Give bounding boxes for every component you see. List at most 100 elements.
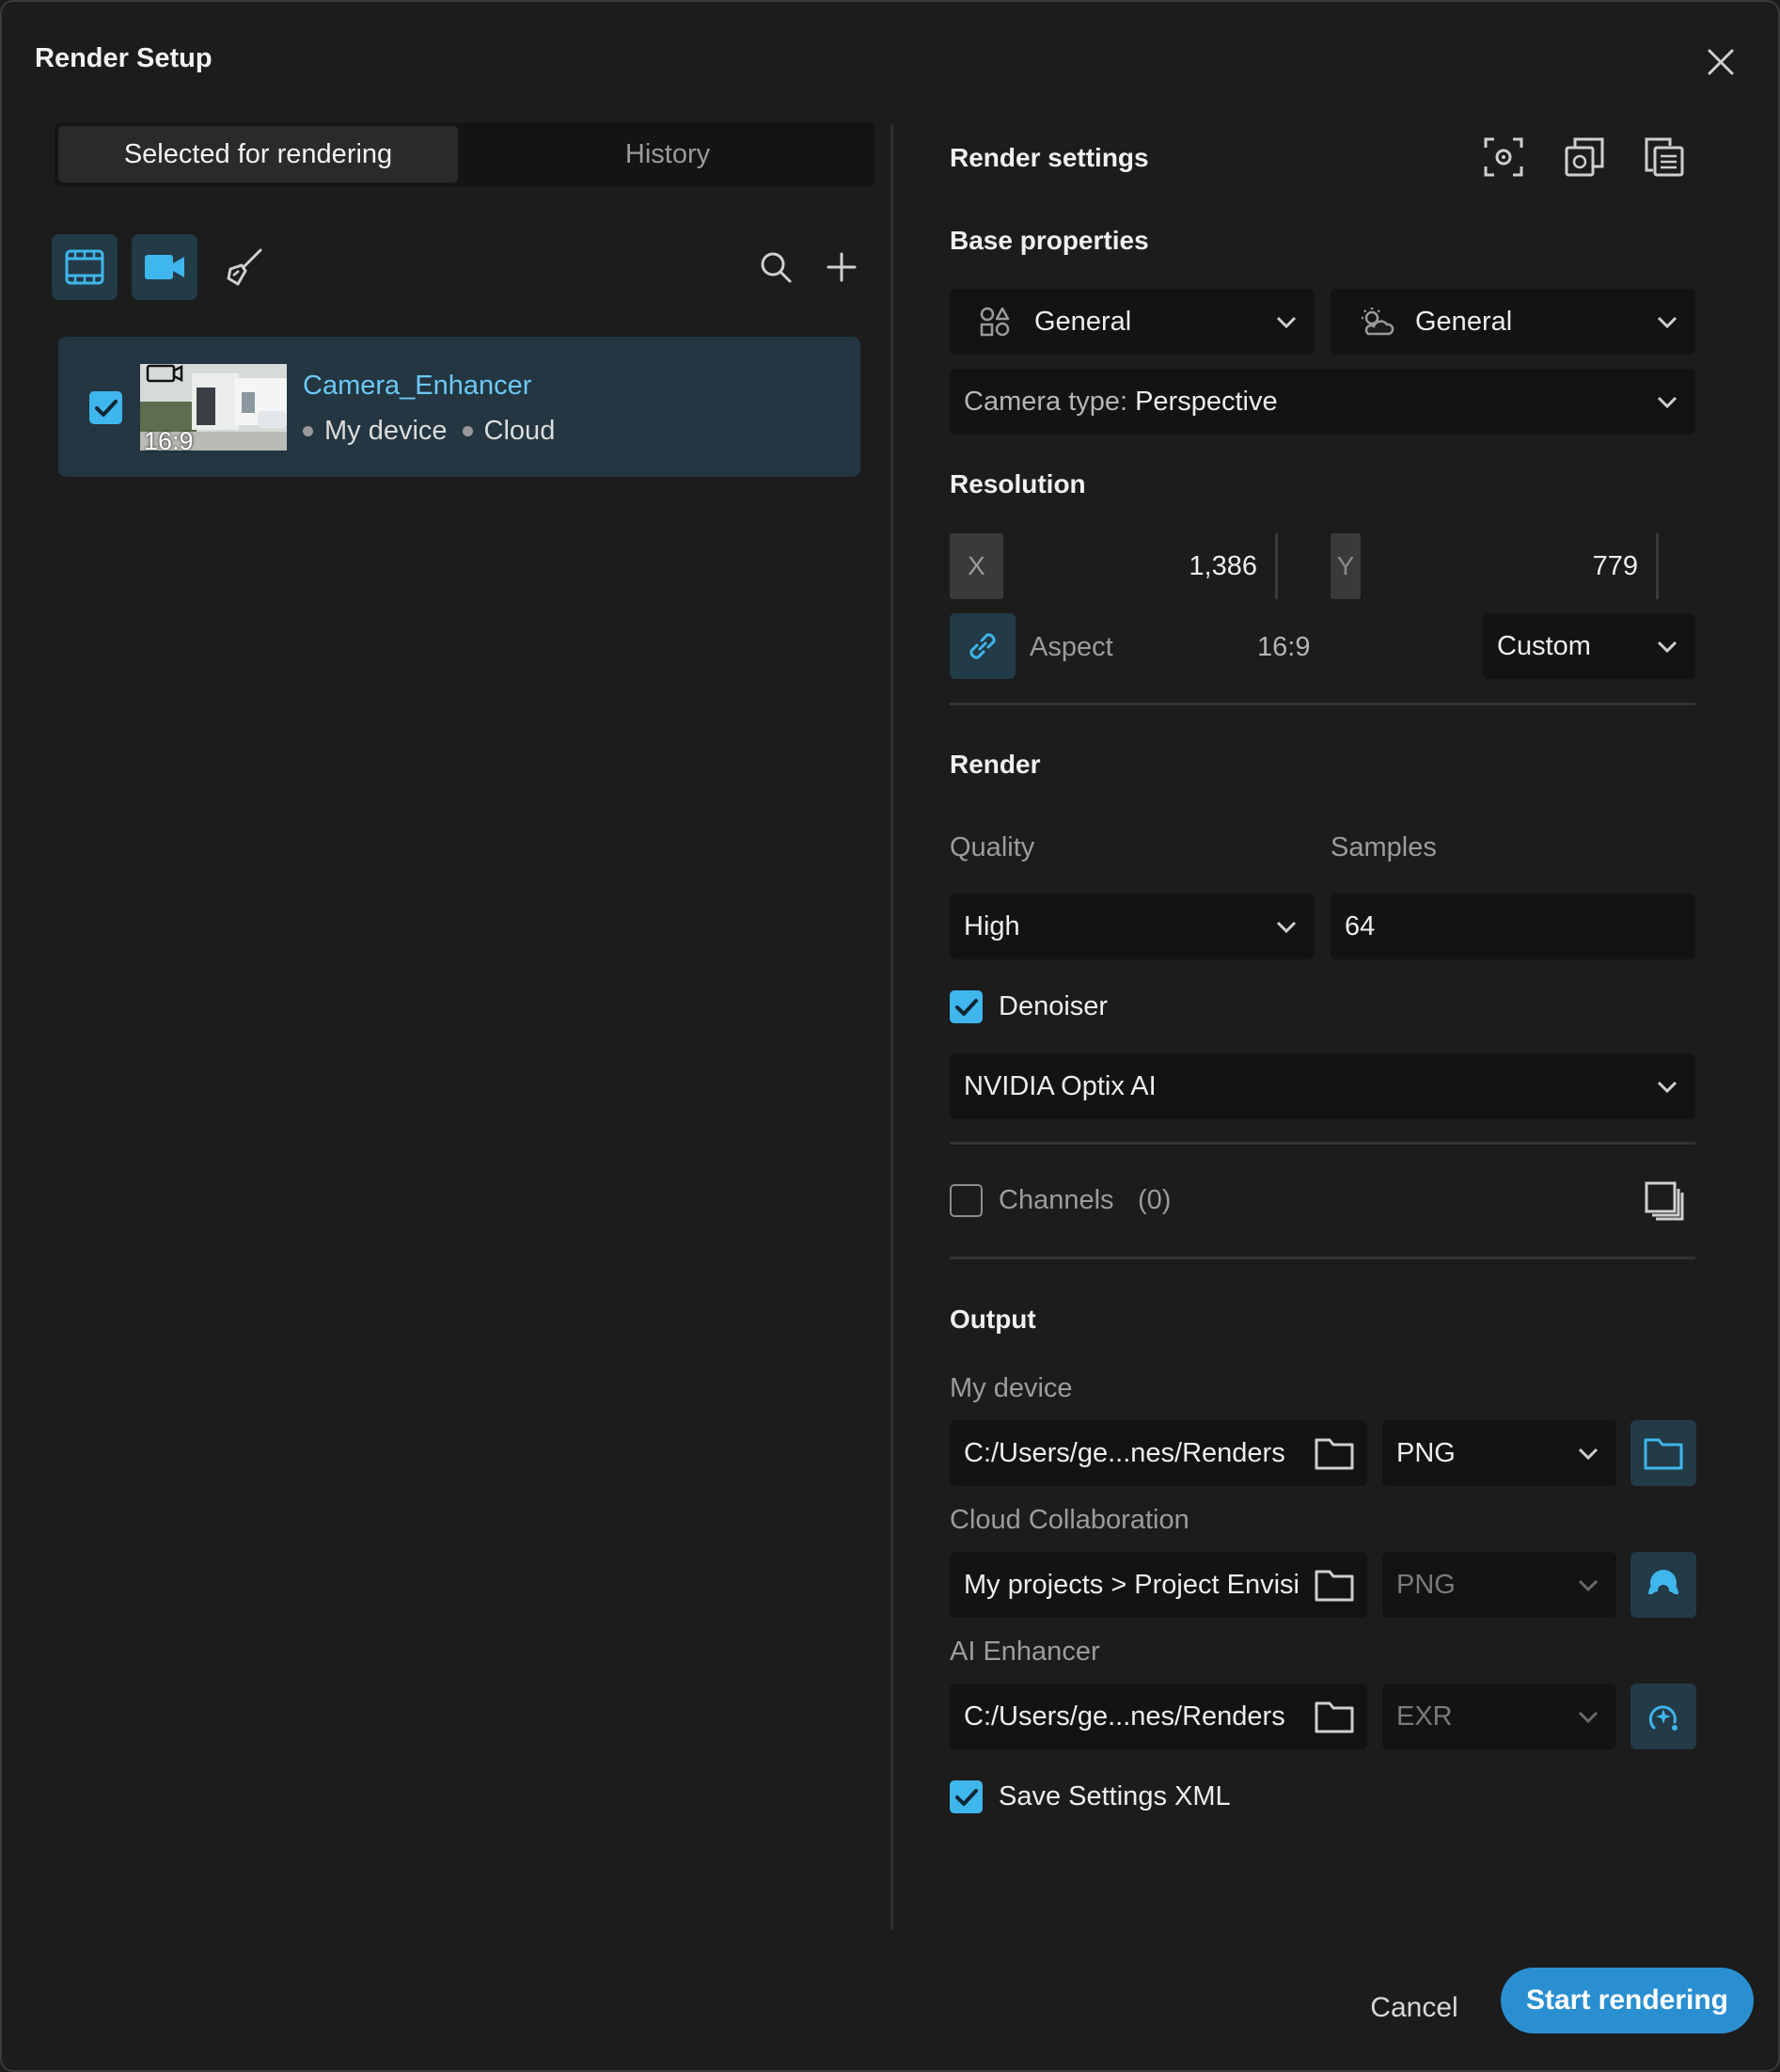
film-icon [65,249,104,285]
tag-dot [303,426,313,436]
chevron-down-icon [1657,1081,1678,1094]
device-format-value: PNG [1396,1437,1456,1468]
folder-icon[interactable] [1313,1695,1356,1738]
film-filter-button[interactable] [52,234,118,300]
weather-icon [1362,308,1394,336]
denoiser-value: NVIDIA Optix AI [964,1070,1157,1101]
cloud-collaboration-label: Cloud Collaboration [950,1505,1189,1535]
search-icon[interactable] [754,245,797,289]
field-separator [1275,533,1278,599]
channels-count: (0) [1138,1185,1172,1215]
folder-icon[interactable] [1313,1563,1356,1606]
cloud-path-value: My projects > Project Envisi [964,1569,1300,1600]
tab-selected-for-rendering[interactable]: Selected for rendering [58,126,458,182]
item-checkbox[interactable] [89,391,122,424]
resolution-title: Resolution [950,469,1086,498]
chevron-down-icon [1276,921,1297,934]
ai-format-dropdown[interactable]: EXR [1382,1684,1616,1749]
cancel-button[interactable]: Cancel [1367,1985,1461,2032]
device-path-input[interactable]: C:/Users/ge...nes/Renders [950,1420,1367,1486]
device-format-dropdown[interactable]: PNG [1382,1420,1616,1486]
ai-enhancer-label: AI Enhancer [950,1637,1100,1667]
chevron-down-icon [1276,316,1297,329]
item-tags: My device Cloud [303,416,555,447]
settings-list-icon[interactable] [1643,135,1686,179]
dialog-title: Render Setup [35,43,213,73]
cloud-format-value: PNG [1396,1569,1456,1600]
cloud-path-input[interactable]: My projects > Project Envisi [950,1552,1367,1618]
ai-enhancer-button[interactable] [1630,1684,1696,1749]
settings-copy-icon[interactable] [1563,135,1606,179]
field-separator [1656,533,1659,599]
resolution-y-input[interactable]: 779 [1365,533,1638,599]
item-aspect-label: 16:9 [144,427,194,455]
base-dropdown-2[interactable]: General [1331,289,1695,355]
denoiser-label: Denoiser [999,991,1109,1021]
link-icon [969,633,996,659]
focus-settings-icon[interactable] [1482,135,1525,179]
folder-icon[interactable] [1313,1431,1356,1475]
folder-icon [1644,1438,1683,1470]
cloud-sync-button[interactable] [1630,1552,1696,1618]
camera-filter-button[interactable] [132,234,197,300]
resolution-preset-dropdown[interactable]: Custom [1483,613,1695,679]
base-dropdown-2-value: General [1415,306,1513,337]
camera-type-dropdown[interactable]: Camera type: Perspective [950,369,1695,435]
base-dropdown-1[interactable]: General [950,289,1315,355]
denoiser-checkbox[interactable] [950,990,983,1023]
tag-my-device: My device [324,416,448,446]
add-icon[interactable] [820,245,863,289]
resolution-preset-value: Custom [1497,630,1591,661]
denoiser-dropdown[interactable]: NVIDIA Optix AI [950,1053,1695,1119]
brush-filter-button[interactable] [211,234,276,300]
channels-copy-icon[interactable] [1643,1179,1686,1223]
samples-input[interactable]: 64 [1331,894,1695,959]
check-icon [94,399,118,417]
chevron-down-icon [1578,1447,1599,1461]
ai-path-input[interactable]: C:/Users/ge...nes/Renders [950,1684,1367,1749]
chevron-down-icon [1578,1711,1599,1724]
chevron-down-icon [1657,396,1678,409]
save-settings-xml-checkbox[interactable] [950,1780,983,1813]
cloud-icon [1648,1570,1678,1601]
close-icon[interactable] [1702,43,1740,81]
aspect-value: 16:9 [1257,632,1311,662]
ai-sparkle-icon [1648,1705,1678,1731]
section-divider [950,1142,1695,1145]
quality-value: High [964,910,1020,941]
render-setup-dialog: Render Setup Selected for rendering Hist… [0,0,1780,2072]
panel-divider [890,124,893,1930]
save-settings-xml-label: Save Settings XML [999,1781,1231,1811]
x-axis-label: X [950,533,1003,599]
ai-path-value: C:/Users/ge...nes/Renders [964,1700,1285,1732]
render-title: Render [950,750,1041,779]
quality-dropdown[interactable]: High [950,894,1315,959]
section-divider [950,703,1695,705]
tab-history[interactable]: History [465,126,871,182]
cloud-format-dropdown[interactable]: PNG [1382,1552,1616,1618]
channels-checkbox[interactable] [950,1184,983,1217]
tag-cloud: Cloud [483,416,556,446]
chevron-down-icon [1657,641,1678,654]
video-camera-icon [145,255,184,279]
base-properties-title: Base properties [950,226,1149,255]
resolution-x-input[interactable]: 1,386 [1003,533,1257,599]
start-rendering-button[interactable]: Start rendering [1501,1968,1754,2033]
y-axis-label: Y [1331,533,1361,599]
tab-bar: Selected for rendering History [55,122,874,186]
camera-type-label: Camera type: [964,386,1128,417]
samples-label: Samples [1331,832,1437,862]
render-settings-title: Render settings [950,143,1149,172]
shapes-icon [980,307,1010,337]
aspect-lock-button[interactable] [950,613,1016,679]
output-title: Output [950,1305,1036,1334]
check-icon [954,1788,978,1806]
camera-type-value: Perspective [1135,386,1278,417]
device-path-value: C:/Users/ge...nes/Renders [964,1437,1285,1468]
open-device-folder-button[interactable] [1630,1420,1696,1486]
chevron-down-icon [1657,316,1678,329]
quality-label: Quality [950,832,1035,862]
chevron-down-icon [1578,1579,1599,1592]
item-name: Camera_Enhancer [303,371,532,401]
check-icon [954,998,978,1016]
